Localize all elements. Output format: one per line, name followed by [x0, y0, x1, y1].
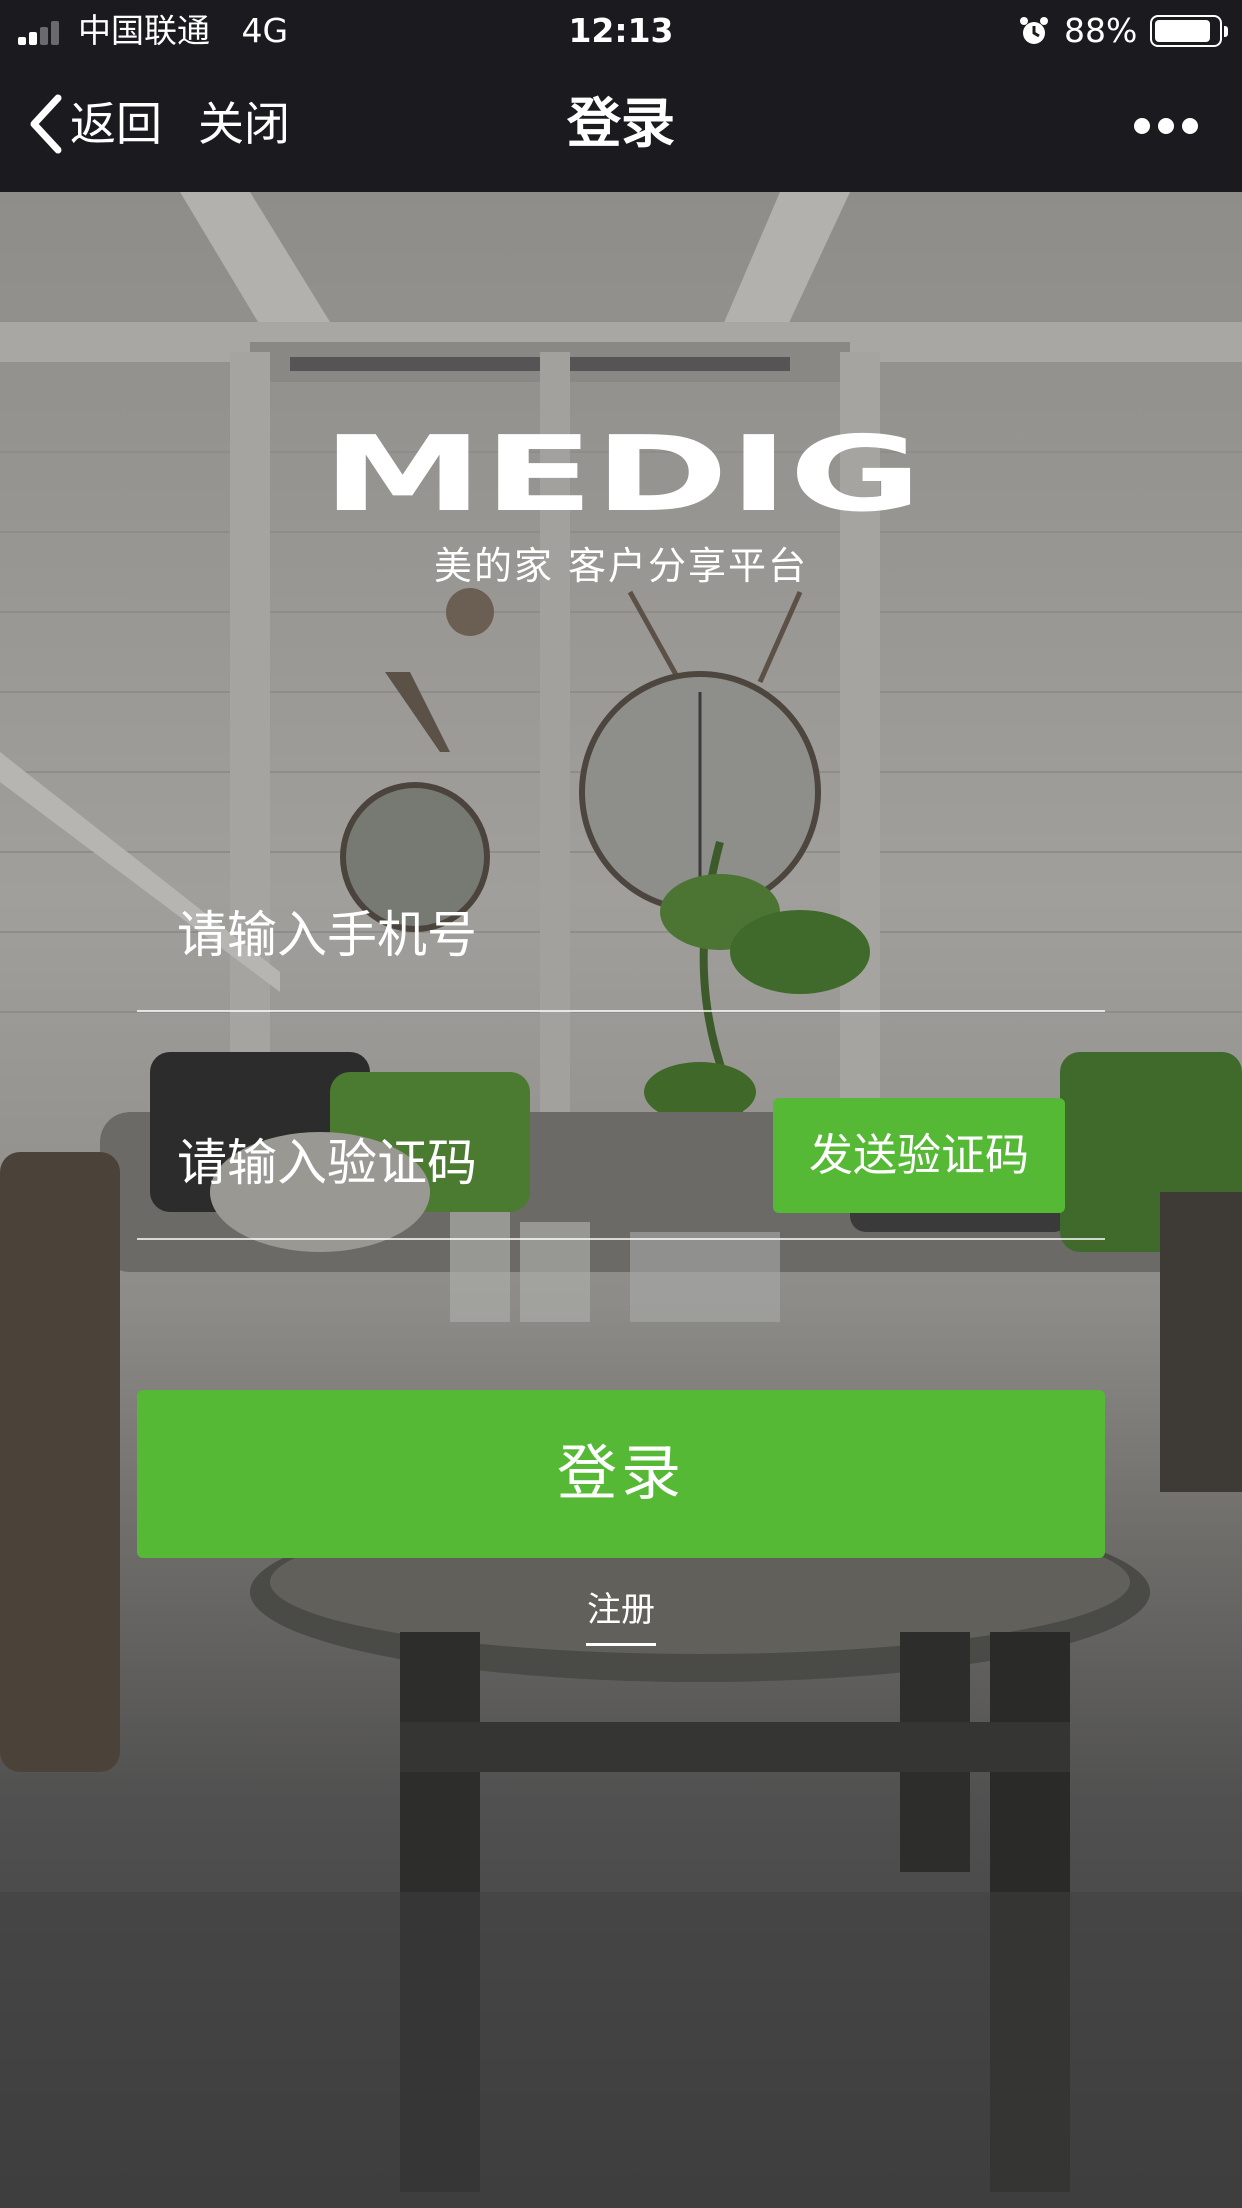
register-underline [586, 1643, 656, 1646]
status-time: 12:13 [568, 11, 674, 50]
page-title: 登录 [567, 92, 675, 155]
battery-percent: 88% [1064, 11, 1138, 50]
verification-code-input[interactable] [177, 1128, 777, 1198]
phone-input[interactable] [177, 900, 777, 970]
phone-field [137, 880, 1105, 1012]
battery-level [1155, 20, 1210, 42]
battery-icon [1150, 15, 1228, 47]
nav-bar: 返回 关闭 登录 [0, 62, 1242, 192]
status-bar: 中国联通 4G 12:13 88% [0, 0, 1242, 62]
brand-subtitle: 美的家 客户分享平台 [433, 544, 809, 588]
medig-logo: MEDIG [322, 432, 922, 520]
send-code-button[interactable]: 发送验证码 [773, 1098, 1065, 1213]
more-dots-icon[interactable] [1134, 102, 1198, 150]
svg-text:MEDIG: MEDIG [322, 432, 922, 520]
alarm-icon [1020, 17, 1048, 44]
login-button[interactable]: 登录 [137, 1390, 1105, 1558]
top-bar: 中国联通 4G 12:13 88% 返回 关闭 登录 [0, 0, 1242, 192]
register-link[interactable]: 注册 [586, 1586, 656, 1634]
